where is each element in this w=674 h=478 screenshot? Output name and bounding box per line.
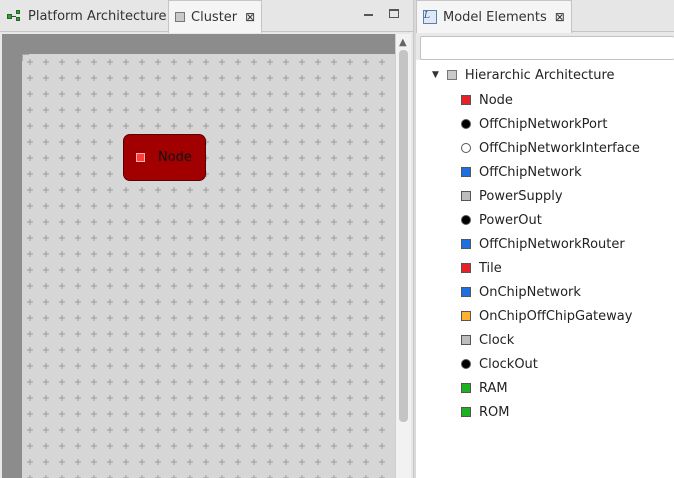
element-square-icon [461, 263, 471, 273]
tab-platform-architecture[interactable]: Platform Architecture [0, 0, 173, 32]
scroll-up-icon[interactable]: ▲ [399, 37, 407, 48]
close-icon[interactable]: ⊠ [555, 10, 565, 24]
tree-root-label: Hierarchic Architecture [464, 67, 615, 83]
tree-item-label: Tile [479, 260, 502, 276]
tree-item[interactable]: ClockOut [461, 352, 640, 376]
tree-item-label: Clock [479, 332, 515, 348]
tree-item[interactable]: OnChipOffChipGateway [461, 304, 640, 328]
tree-item[interactable]: PowerOut [461, 208, 640, 232]
model-elements-icon: L [423, 10, 437, 24]
diagram-icon [175, 12, 185, 22]
model-elements-tabbar: L Model Elements ⊠ [416, 0, 674, 33]
view-buttons [361, 6, 401, 20]
tree-item-label: PowerOut [479, 212, 542, 228]
node-element[interactable]: Node [123, 134, 206, 181]
expand-arrow-icon[interactable]: ▼ [432, 70, 439, 80]
close-icon[interactable]: ⊠ [245, 10, 255, 24]
tree-item-label: OffChipNetworkRouter [479, 236, 625, 252]
minimize-button[interactable] [361, 6, 375, 20]
port-circle-icon [461, 215, 471, 225]
tree-item[interactable]: OffChipNetwork [461, 160, 640, 184]
maximize-icon [389, 8, 399, 18]
tree-item[interactable]: RAM [461, 376, 640, 400]
tree-root[interactable]: ▼ Hierarchic Architecture [432, 66, 615, 84]
scrollbar-thumb[interactable] [399, 50, 408, 422]
model-elements-pane: L Model Elements ⊠ ▼ Hierarchic Architec… [416, 0, 674, 478]
port-circle-icon [461, 143, 471, 153]
element-square-icon [461, 311, 471, 321]
model-elements-filter-input[interactable] [420, 36, 674, 60]
port-circle-icon [461, 119, 471, 129]
minimize-icon [363, 14, 373, 16]
tree-item-label: RAM [479, 380, 508, 396]
vertical-scrollbar[interactable]: ▲ [395, 34, 411, 478]
diagram-canvas-frame: Node [2, 34, 395, 478]
tab-cluster[interactable]: Cluster ⊠ [168, 0, 263, 33]
model-elements-tree: ▼ Hierarchic Architecture Node OffChipNet… [416, 60, 674, 478]
tree-item-label: PowerSupply [479, 188, 563, 204]
element-square-icon [461, 335, 471, 345]
tree-item-label: OffChipNetwork [479, 164, 582, 180]
tree-item[interactable]: Tile [461, 256, 640, 280]
node-label: Node [158, 150, 192, 165]
tree-item[interactable]: Node [461, 88, 640, 112]
element-square-icon [461, 407, 471, 417]
tree-item-label: OffChipNetworkInterface [479, 140, 640, 156]
tree-item-label: ClockOut [479, 356, 538, 372]
tree-item[interactable]: OffChipNetworkInterface [461, 136, 640, 160]
architecture-icon [446, 70, 457, 80]
tab-label: Platform Architecture [28, 8, 167, 24]
tree-item[interactable]: OffChipNetworkRouter [461, 232, 640, 256]
port-circle-icon [461, 359, 471, 369]
tree-item[interactable]: OffChipNetworkPort [461, 112, 640, 136]
element-square-icon [461, 191, 471, 201]
node-marker-icon [136, 153, 145, 162]
tree-item-label: ROM [479, 404, 510, 420]
tab-label: Cluster [191, 9, 238, 25]
tab-model-elements[interactable]: L Model Elements ⊠ [416, 0, 572, 33]
tree-item[interactable]: Clock [461, 328, 640, 352]
element-square-icon [461, 383, 471, 393]
tab-label: Model Elements [443, 9, 547, 25]
maximize-button[interactable] [387, 6, 401, 20]
tree-item-label: OnChipOffChipGateway [479, 308, 633, 324]
diagram-editor-pane: Platform Architecture Cluster ⊠ Node ▲ [0, 0, 413, 478]
element-square-icon [461, 95, 471, 105]
tree-items: Node OffChipNetworkPort OffChipNetworkInte… [461, 88, 640, 424]
diagram-canvas[interactable]: Node [22, 54, 395, 478]
element-square-icon [461, 287, 471, 297]
grid-pattern [22, 54, 395, 478]
editor-tabbar: Platform Architecture Cluster ⊠ [0, 0, 413, 33]
tree-item[interactable]: ROM [461, 400, 640, 424]
element-square-icon [461, 239, 471, 249]
tree-item-label: OffChipNetworkPort [479, 116, 608, 132]
tree-item-label: Node [479, 92, 513, 108]
element-square-icon [461, 167, 471, 177]
tree-item[interactable]: PowerSupply [461, 184, 640, 208]
tree-item-label: OnChipNetwork [479, 284, 581, 300]
tree-item[interactable]: OnChipNetwork [461, 280, 640, 304]
platform-architecture-icon [6, 10, 22, 22]
